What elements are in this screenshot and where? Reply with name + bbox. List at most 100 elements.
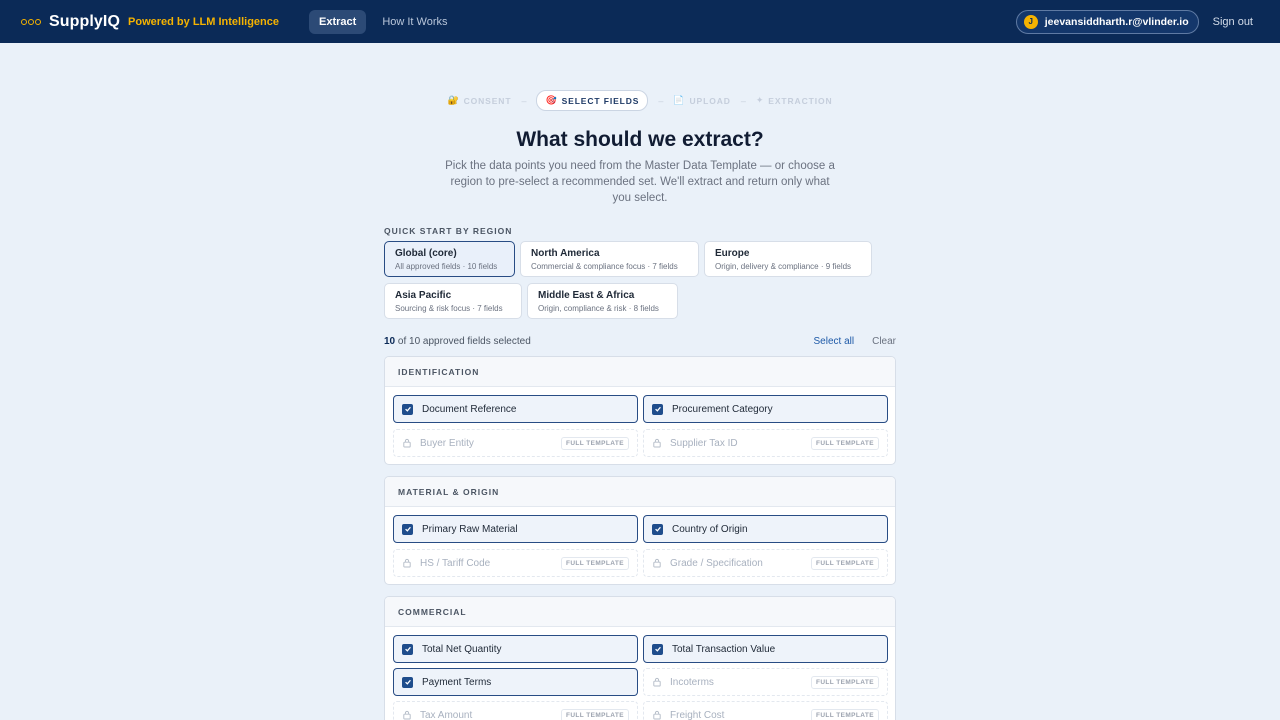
field-label: Total Net Quantity — [422, 643, 502, 655]
nav-how-it-works[interactable]: How It Works — [372, 10, 457, 34]
checkbox-checked-icon — [652, 523, 663, 535]
region-global[interactable]: Global (core) All approved fields · 10 f… — [384, 241, 515, 277]
region-name: North America — [531, 248, 600, 259]
selection-actions: Select all Clear — [814, 336, 896, 347]
full-template-badge: FULL TEMPLATE — [560, 556, 629, 570]
step-upload: 📄 UPLOAD — [673, 95, 731, 106]
lock-icon — [402, 557, 412, 569]
field-label: Primary Raw Material — [422, 523, 518, 535]
region-middle-east-africa[interactable]: Middle East & Africa Origin, compliance … — [527, 283, 678, 319]
lock-key-icon: 🔐 — [447, 95, 460, 105]
step-separator: – — [521, 95, 527, 106]
region-desc: All approved fields · 10 fields — [395, 262, 498, 271]
field-label: Document Reference — [422, 403, 517, 415]
section-identification: IDENTIFICATION Document Reference Procur… — [384, 356, 896, 465]
lock-icon — [402, 709, 412, 720]
clear-button[interactable]: Clear — [872, 336, 896, 347]
field-procurement-category[interactable]: Procurement Category — [643, 395, 888, 423]
field-incoterms: Incoterms FULL TEMPLATE — [643, 668, 888, 696]
field-label: Procurement Category — [672, 403, 773, 415]
logo-icon — [21, 18, 41, 25]
full-template-badge: FULL TEMPLATE — [810, 708, 879, 720]
section-title: MATERIAL & ORIGIN — [385, 477, 895, 507]
region-name: Asia Pacific — [395, 290, 452, 301]
field-label: Payment Terms — [422, 676, 492, 688]
brand-tagline: Powered by LLM Intelligence — [128, 15, 280, 28]
full-template-badge: FULL TEMPLATE — [810, 556, 879, 570]
full-template-badge: FULL TEMPLATE — [560, 436, 629, 450]
step-consent: 🔐 CONSENT — [447, 95, 512, 106]
region-desc: Origin, compliance & risk · 8 fields — [538, 304, 659, 313]
sparkle-icon: ✦ — [755, 95, 765, 105]
region-desc: Origin, delivery & compliance · 9 fields — [715, 262, 852, 271]
user-menu[interactable]: J jeevansiddharth.r@vlinder.io — [1015, 9, 1199, 34]
section-material-origin: MATERIAL & ORIGIN Primary Raw Material C… — [384, 476, 896, 585]
nav-extract[interactable]: Extract — [309, 9, 367, 34]
field-document-reference[interactable]: Document Reference — [393, 395, 638, 423]
brand[interactable]: SupplyIQ Powered by LLM Intelligence — [21, 13, 279, 31]
selected-count: 10 — [384, 336, 396, 347]
checkbox-checked-icon — [402, 676, 413, 688]
field-supplier-tax-id: Supplier Tax ID FULL TEMPLATE — [643, 429, 888, 457]
section-title: IDENTIFICATION — [385, 357, 895, 387]
field-buyer-entity: Buyer Entity FULL TEMPLATE — [393, 429, 638, 457]
region-name: Europe — [715, 248, 750, 259]
step-separator: – — [658, 95, 664, 106]
step-separator: – — [740, 95, 746, 106]
lock-icon — [652, 676, 662, 688]
page-title: What should we extract? — [516, 128, 764, 151]
page-subtitle: Pick the data points you need from the M… — [445, 160, 835, 204]
region-desc: Commercial & compliance focus · 7 fields — [531, 262, 678, 271]
user-email: jeevansiddharth.r@vlinder.io — [1044, 15, 1189, 28]
lock-icon — [652, 437, 662, 449]
full-template-badge: FULL TEMPLATE — [810, 436, 879, 450]
select-all-button[interactable]: Select all — [814, 336, 855, 347]
field-label: Supplier Tax ID — [670, 437, 738, 449]
region-europe[interactable]: Europe Origin, delivery & compliance · 9… — [704, 241, 872, 277]
field-primary-raw-material[interactable]: Primary Raw Material — [393, 515, 638, 543]
field-grade-specification: Grade / Specification FULL TEMPLATE — [643, 549, 888, 577]
selected-count-text: of 10 approved fields selected — [397, 336, 531, 347]
checkbox-checked-icon — [402, 643, 413, 655]
top-bar: SupplyIQ Powered by LLM Intelligence Ext… — [0, 0, 1280, 43]
field-hs-tariff-code: HS / Tariff Code FULL TEMPLATE — [393, 549, 638, 577]
field-label: Incoterms — [670, 676, 714, 688]
document-icon: 📄 — [673, 95, 686, 105]
sign-out-button[interactable]: Sign out — [1213, 16, 1253, 28]
region-name: Global (core) — [395, 248, 457, 259]
checkbox-checked-icon — [402, 403, 413, 415]
target-icon: 🎯 — [545, 95, 558, 105]
progress-stepper: 🔐 CONSENT – 🎯 SELECT FIELDS – 📄 UPLOAD –… — [0, 90, 1280, 111]
field-country-of-origin[interactable]: Country of Origin — [643, 515, 888, 543]
checkbox-checked-icon — [402, 523, 413, 535]
full-template-badge: FULL TEMPLATE — [810, 675, 879, 689]
avatar: J — [1023, 14, 1038, 29]
section-title: COMMERCIAL — [385, 597, 895, 627]
region-asia-pacific[interactable]: Asia Pacific Sourcing & risk focus · 7 f… — [384, 283, 522, 319]
field-label: HS / Tariff Code — [420, 557, 491, 569]
field-payment-terms[interactable]: Payment Terms — [393, 668, 638, 696]
lock-icon — [652, 709, 662, 720]
region-heading: QUICK START BY REGION — [384, 226, 513, 236]
field-tax-amount: Tax Amount FULL TEMPLATE — [393, 701, 638, 720]
field-freight-cost: Freight Cost FULL TEMPLATE — [643, 701, 888, 720]
field-label: Freight Cost — [670, 709, 725, 720]
field-total-transaction-value[interactable]: Total Transaction Value — [643, 635, 888, 663]
checkbox-checked-icon — [652, 403, 663, 415]
field-label: Grade / Specification — [670, 557, 763, 569]
brand-name: SupplyIQ — [49, 12, 121, 30]
field-label: Country of Origin — [672, 523, 748, 535]
selection-count: 10 of 10 approved fields selected — [384, 336, 531, 347]
section-commercial: COMMERCIAL Total Net Quantity Total Tran… — [384, 596, 896, 720]
field-label: Tax Amount — [420, 709, 473, 720]
step-extraction: ✦ EXTRACTION — [755, 95, 833, 106]
region-name: Middle East & Africa — [538, 290, 635, 301]
step-select-fields: 🎯 SELECT FIELDS — [536, 90, 649, 111]
checkbox-checked-icon — [652, 643, 663, 655]
field-total-net-quantity[interactable]: Total Net Quantity — [393, 635, 638, 663]
region-desc: Sourcing & risk focus · 7 fields — [395, 304, 503, 313]
field-label: Total Transaction Value — [672, 643, 776, 655]
region-north-america[interactable]: North America Commercial & compliance fo… — [520, 241, 699, 277]
main-nav: Extract How It Works — [309, 9, 458, 34]
lock-icon — [652, 557, 662, 569]
